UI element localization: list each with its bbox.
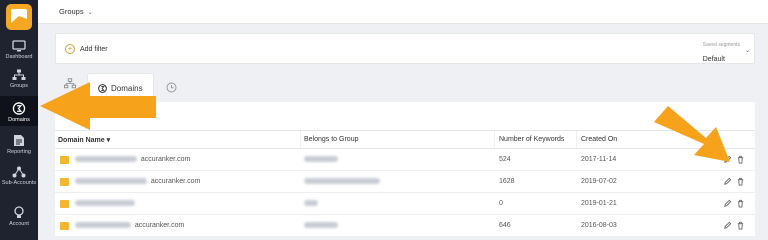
- app-logo[interactable]: [6, 4, 32, 30]
- group-cell: [304, 178, 380, 185]
- annotation-arrow-down-right-icon: [654, 106, 730, 162]
- sidebar-item-domains[interactable]: Domains: [0, 96, 38, 126]
- edit-icon[interactable]: [723, 199, 732, 208]
- chevron-down-icon: ⌄: [744, 48, 750, 54]
- sidebar: Dashboard Groups Domains Reporting Sub-A…: [0, 0, 38, 240]
- group-cell: [304, 200, 318, 207]
- table-row[interactable]: accuranker.com 646 2016-08-03: [55, 215, 755, 237]
- sidebar-item-label: Domains: [8, 117, 30, 123]
- saved-segments-value: Default: [702, 56, 725, 63]
- table-row[interactable]: accuranker.com 1628 2019-07-02: [55, 171, 755, 193]
- domain-url: accuranker.com: [140, 156, 191, 163]
- row-actions: [723, 199, 745, 208]
- folder-icon: [60, 156, 69, 164]
- column-divider: [576, 131, 577, 148]
- redacted-text: [304, 156, 338, 163]
- share-nodes-icon: [12, 166, 26, 178]
- keywords-cell: 0: [499, 200, 503, 207]
- column-header-group[interactable]: Belongs to Group: [304, 136, 358, 143]
- redacted-text: [304, 200, 318, 207]
- domain-cell: accuranker.com: [75, 222, 184, 229]
- folder-icon: [60, 222, 69, 230]
- redacted-text: [304, 222, 338, 229]
- created-cell: 2019-07-02: [581, 178, 617, 185]
- column-divider: [494, 131, 495, 148]
- sidebar-item-account[interactable]: Account: [0, 200, 38, 238]
- domain-url: accuranker.com: [134, 222, 185, 229]
- keywords-cell: 1628: [499, 178, 515, 185]
- add-filter-button[interactable]: + Add filter: [65, 44, 108, 54]
- keywords-cell: 646: [499, 222, 511, 229]
- domain-cell: accuranker.com: [75, 178, 200, 185]
- group-selector[interactable]: Groups ⌄: [59, 7, 93, 16]
- sidebar-item-label: Groups: [9, 83, 29, 89]
- saved-segments-caption: Saved segments: [702, 42, 740, 48]
- redacted-text: [304, 178, 380, 185]
- group-selector-label: Groups: [59, 7, 84, 16]
- redacted-text: [75, 156, 137, 163]
- annotation-arrow-left-icon: [40, 82, 156, 130]
- redacted-text: [75, 178, 147, 185]
- filter-bar: + Add filter Saved segments Default ⌄: [55, 33, 755, 64]
- column-header-keywords[interactable]: Number of Keywords: [499, 136, 564, 143]
- lightbulb-icon: [14, 206, 24, 218]
- group-cell: [304, 222, 338, 229]
- domain-cell: [75, 200, 135, 207]
- folder-icon: [60, 200, 69, 208]
- redacted-text: [75, 200, 135, 207]
- trash-icon[interactable]: [736, 177, 745, 186]
- clock-icon: [166, 82, 177, 93]
- folder-icon: [60, 178, 69, 186]
- sidebar-item-label: Account: [9, 221, 29, 227]
- edit-icon[interactable]: [723, 221, 732, 230]
- top-bar: Groups ⌄: [38, 0, 768, 24]
- trash-icon[interactable]: [736, 221, 745, 230]
- trash-icon[interactable]: [736, 199, 745, 208]
- saved-segments-dropdown[interactable]: Saved segments Default ⌄: [702, 42, 750, 66]
- plus-circle-icon: +: [65, 44, 75, 54]
- sidebar-item-label: Dashboard: [5, 54, 33, 60]
- group-cell: [304, 156, 338, 163]
- domain-cell: accuranker.com: [75, 156, 190, 163]
- column-header-domain-name[interactable]: Domain Name ▾: [58, 136, 110, 144]
- report-icon: [14, 135, 24, 146]
- monitor-icon: [12, 40, 26, 52]
- table-row[interactable]: 0 2019-01-21: [55, 193, 755, 215]
- created-cell: 2019-01-21: [581, 200, 617, 207]
- sidebar-item-label: Sub-Accounts: [1, 180, 37, 186]
- keywords-cell: 524: [499, 156, 511, 163]
- row-actions: [723, 177, 745, 186]
- edit-icon[interactable]: [723, 177, 732, 186]
- row-actions: [723, 221, 745, 230]
- column-header-created-on[interactable]: Created On: [581, 136, 617, 143]
- sidebar-item-sub-accounts[interactable]: Sub-Accounts: [0, 160, 38, 196]
- redacted-text: [75, 222, 131, 229]
- created-cell: 2016-08-03: [581, 222, 617, 229]
- caret-down-icon: ▾: [106, 137, 111, 144]
- sitemap-icon: [12, 69, 26, 80]
- domain-icon: [12, 102, 26, 115]
- column-divider: [300, 131, 301, 148]
- tab-history[interactable]: [166, 80, 177, 98]
- domain-url: accuranker.com: [150, 178, 201, 185]
- column-header-label: Domain Name: [58, 137, 105, 144]
- add-filter-label: Add filter: [80, 45, 108, 53]
- chevron-down-icon: ⌄: [87, 10, 93, 16]
- sidebar-item-label: Reporting: [7, 149, 31, 155]
- created-cell: 2017-11-14: [581, 156, 617, 163]
